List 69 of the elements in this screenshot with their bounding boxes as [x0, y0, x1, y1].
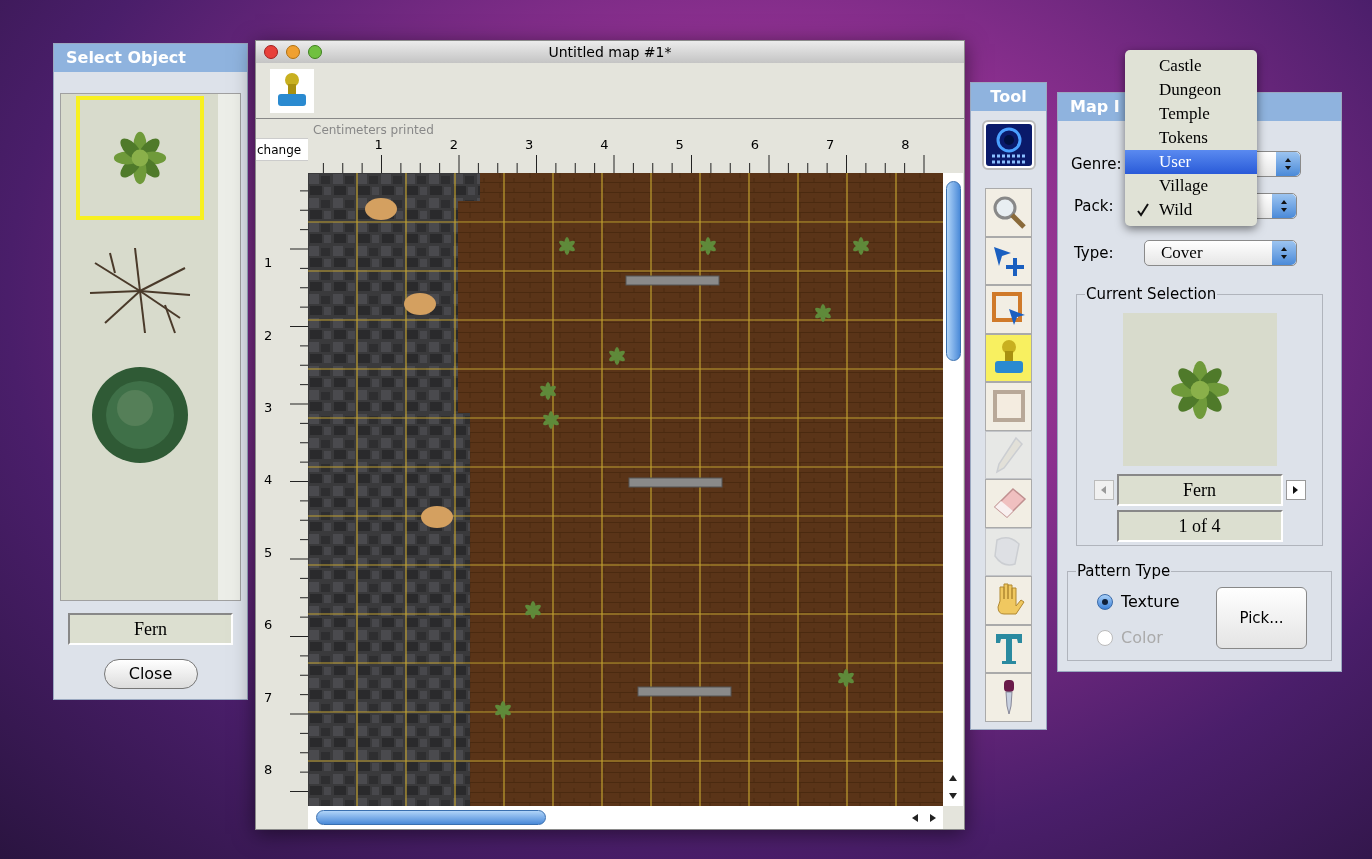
fern-icon — [1168, 358, 1231, 421]
ruler-number: 2 — [449, 138, 459, 151]
previous-button[interactable] — [1093, 480, 1114, 500]
fern-icon — [111, 130, 168, 186]
scrollbar-track[interactable] — [218, 94, 240, 600]
ruler-number: 4 — [600, 138, 609, 151]
radio-icon — [1097, 630, 1113, 646]
right-arrow-icon — [1293, 486, 1298, 494]
up-down-arrows-icon — [1280, 199, 1288, 213]
zoom-window-icon[interactable] — [308, 45, 322, 59]
checkmark-icon — [1137, 203, 1149, 217]
ruler-number: 2 — [264, 328, 273, 342]
change-button[interactable]: change — [256, 138, 308, 161]
genre-label: Genre: — [1071, 153, 1123, 175]
ruler-number: 3 — [525, 138, 534, 151]
ruler-number: 8 — [901, 138, 910, 151]
ruler-number: 4 — [264, 473, 273, 487]
up-down-arrows-icon — [1280, 246, 1288, 260]
globe-icon — [985, 124, 1032, 166]
ruler-number: 5 — [264, 545, 273, 559]
minimize-window-icon[interactable] — [286, 45, 300, 59]
pick-button[interactable]: Pick... — [1216, 587, 1307, 649]
menu-item[interactable]: User — [1125, 150, 1257, 174]
type-popup[interactable]: Cover — [1144, 240, 1297, 266]
selection-name-field[interactable]: Fern — [1116, 474, 1283, 506]
radio-icon — [1097, 594, 1113, 610]
selection-count-field: 1 of 4 — [1116, 510, 1283, 542]
ruler-number: 1 — [264, 256, 273, 270]
palette-title: Tool — [990, 86, 1027, 108]
ruler-number: 7 — [826, 138, 835, 151]
close-window-icon[interactable] — [264, 45, 278, 59]
tool-button[interactable] — [981, 120, 1036, 170]
vertical-scrollbar[interactable] — [943, 173, 963, 806]
tile-map-drawing[interactable] — [308, 173, 943, 806]
pattern-radio-option[interactable]: Texture — [1097, 590, 1180, 614]
object-list-item[interactable] — [75, 96, 204, 220]
menu-item[interactable]: Wild — [1125, 198, 1257, 222]
ruler-number: 5 — [675, 138, 684, 151]
horizontal-scrollbar[interactable] — [308, 806, 943, 829]
text-tool-icon — [993, 631, 1024, 666]
ruler-number: 8 — [264, 763, 273, 777]
ruler-number: 3 — [264, 400, 273, 414]
menu-item[interactable]: Tokens — [1125, 126, 1257, 150]
ruler-number: 7 — [264, 690, 273, 704]
panel-title: Select Object — [66, 47, 186, 69]
scrollbar-thumb[interactable] — [945, 181, 961, 361]
window-title: Untitled map #1* — [548, 42, 672, 62]
tool-button[interactable] — [985, 673, 1032, 722]
menu-item[interactable]: Village — [1125, 174, 1257, 198]
menu-item[interactable]: Castle — [1125, 54, 1257, 78]
menu-item[interactable]: Temple — [1125, 102, 1257, 126]
ruler-number: 1 — [374, 138, 383, 151]
ruler-caption: Centimeters printed — [312, 122, 435, 138]
type-label: Type: — [1074, 242, 1115, 264]
pencil-icon — [993, 435, 1024, 474]
pack-label: Pack: — [1074, 195, 1115, 217]
close-button[interactable]: Close — [103, 659, 198, 689]
ruler-number: 6 — [264, 618, 273, 632]
next-button[interactable] — [1285, 480, 1306, 500]
left-arrow-icon — [1101, 486, 1106, 494]
ruler-number: 6 — [750, 138, 760, 151]
panel-title: Map I — [1070, 96, 1120, 118]
stamp-toolbar-button[interactable] — [270, 68, 314, 113]
object-name-field[interactable]: Fern — [68, 613, 233, 645]
menu-item[interactable]: Dungeon — [1125, 78, 1257, 102]
up-down-arrows-icon — [1284, 157, 1292, 171]
group-title: Pattern Type — [1076, 562, 1172, 580]
scrollbar-thumb[interactable] — [316, 810, 546, 825]
frame-icon — [991, 389, 1026, 424]
